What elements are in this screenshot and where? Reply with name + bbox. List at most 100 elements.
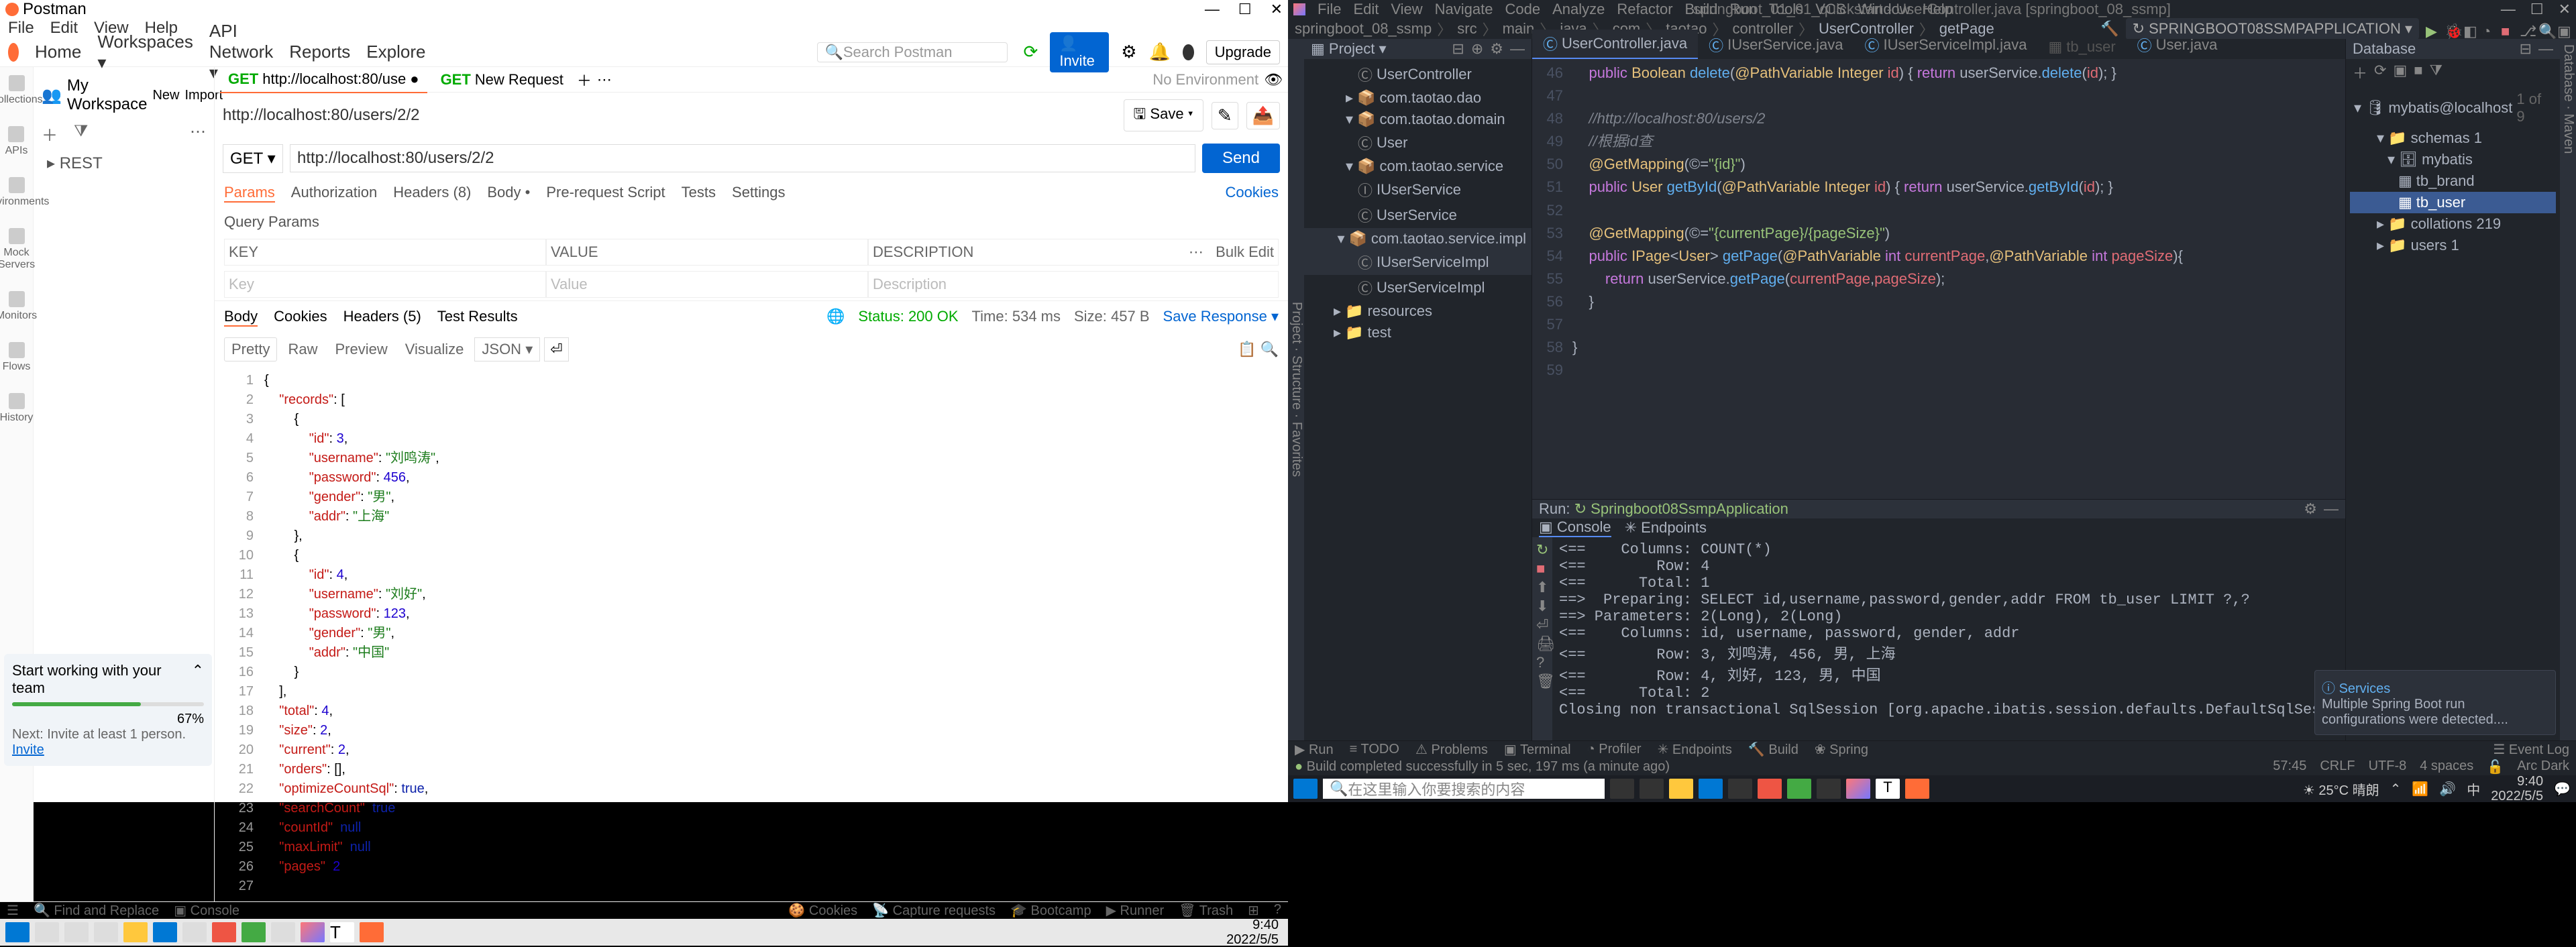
env-eye-icon[interactable]: 👁 [1264,71,1283,89]
request-url-input[interactable]: http://localhost:80/users/2/2 [290,144,1195,172]
menu-file[interactable]: File [8,19,34,38]
notifications-icon[interactable]: 🔔 [1149,42,1171,62]
task-intellij-icon[interactable] [1846,779,1870,799]
resp-preview[interactable]: Preview [328,338,394,361]
filter-icon[interactable]: ⧩ [74,122,88,146]
footer-trash[interactable]: 🗑 Trash [1179,902,1233,919]
db-add-icon[interactable]: ＋ [2353,62,2367,83]
bc-item[interactable]: main [1503,20,1535,38]
indent[interactable]: 4 spaces [2420,759,2473,775]
resp-pretty[interactable]: Pretty [224,337,277,361]
menu-analyze[interactable]: Analyze [1552,1,1605,18]
project-title[interactable]: ▦ Project ▾ [1311,40,1387,58]
new-tab-icon[interactable]: ＋ [577,69,592,91]
avatar-icon[interactable] [1183,44,1194,60]
tab-options-icon[interactable]: ⋯ [597,71,612,89]
editor-tab[interactable]: Ⓒ IUserServiceImpl.java [1854,31,2038,59]
team-invite-link[interactable]: Invite [12,742,44,757]
more-icon[interactable]: ⋯ [190,122,206,146]
trash-icon[interactable]: 🗑 [1536,673,1548,685]
task-intellij-icon[interactable] [301,922,325,942]
resp-visualize[interactable]: Visualize [398,338,471,361]
db-hide-icon[interactable]: — [2538,40,2553,58]
code-editor[interactable]: 46 public Boolean delete(@PathVariable I… [1532,59,2345,499]
tool-todo[interactable]: ≡ TODO [1350,742,1399,757]
qp-key-input[interactable]: Key [224,271,546,298]
menu-code[interactable]: Code [1505,1,1541,18]
taskbar-clock[interactable]: 9:40 2022/5/5 [2491,774,2543,803]
bc-item[interactable]: src [1457,20,1477,38]
project-tree[interactable]: Ⓒ UserController▸ 📦 com.taotao.dao ▾ 📦 co… [1304,59,1532,740]
bc-item[interactable]: springboot_08_ssmp [1295,20,1432,38]
wrap-icon[interactable]: ⏎ [544,337,568,361]
copy-icon[interactable]: 📋 [1238,341,1256,358]
resp-tab-body[interactable]: Body [224,308,258,327]
sync-icon[interactable]: ⟳ [1024,42,1038,62]
settings-icon[interactable]: ▣ [2557,23,2569,35]
task-postman-icon[interactable] [1905,779,1929,799]
lock-icon[interactable]: 🔓 [2487,759,2504,775]
team-collapse-icon[interactable]: ⌃ [192,662,204,697]
editor-tab[interactable]: Ⓒ UserController.java [1532,30,1698,59]
cookies-link[interactable]: Cookies [1226,184,1279,203]
tray-wifi-icon[interactable]: 📶 [2412,781,2428,797]
iconbar-monitors[interactable]: Monitors [0,291,37,322]
resp-tab-tests[interactable]: Test Results [437,308,518,327]
editor-tab[interactable]: Ⓒ User.java [2127,31,2229,59]
tree-item[interactable]: ▸ 📦 com.taotao.dao [1304,87,1532,109]
help-icon[interactable]: ? [1536,654,1548,666]
tree-item[interactable]: ▸ 📁 resources [1304,300,1532,322]
qp-desc-input[interactable]: Description [868,271,1279,298]
tray-ime-icon[interactable]: 中 [2467,779,2480,799]
task-app-icon[interactable] [182,922,207,942]
wrap-icon[interactable]: ⏎ [1536,616,1548,628]
tool-problems[interactable]: ⚠ Problems [1415,741,1488,758]
tree-item[interactable]: Ⓒ UserService [1304,203,1532,228]
find-replace[interactable]: 🔍 Find and Replace [34,902,159,919]
rerun-icon[interactable]: ↻ [1536,541,1548,553]
db-refresh-icon[interactable]: ⟳ [2374,62,2386,83]
toolbar-reports[interactable]: Reports [289,42,350,62]
task-app-icon[interactable] [1817,779,1841,799]
maximize-icon[interactable]: ☐ [1238,1,1252,18]
send-button[interactable]: Send [1202,144,1280,173]
tree-item[interactable]: Ⓒ UserController [1304,62,1532,87]
invite-button[interactable]: 👤 Invite [1050,32,1109,72]
tab-body[interactable]: Body • [487,184,530,203]
editor-tab[interactable]: ▦ tb_user [2037,35,2126,59]
tree-item[interactable]: ▾ 📦 com.taotao.service.impl [1304,228,1532,249]
sidebar-tree[interactable]: ▸ REST [39,150,209,177]
iconbar-flows[interactable]: Flows [3,342,31,373]
footer-help-icon[interactable]: ⊞ [1248,902,1259,919]
console-toggle[interactable]: ▣ Console [174,902,239,919]
stop-icon[interactable]: ■ [2501,23,2513,35]
footer-cookies[interactable]: 🍪 Cookies [788,902,857,919]
start-icon[interactable] [5,922,30,942]
line-separator[interactable]: CRLF [2320,759,2355,775]
tab-authorization[interactable]: Authorization [291,184,377,203]
save-button[interactable]: 🖫 Save ▾ [1124,99,1203,131]
resp-raw[interactable]: Raw [281,338,324,361]
menu-view[interactable]: View [1391,1,1422,18]
right-gutter[interactable]: Database · Maven [2560,39,2576,740]
endpoints-tab[interactable]: ✳ Endpoints [1625,519,1707,537]
request-tab-1[interactable]: GET http://localhost:80/use ● [220,66,427,93]
project-target-icon[interactable]: ⊕ [1471,40,1483,58]
search-input[interactable]: 🔍 Search Postman [817,42,1007,62]
menu-file[interactable]: File [1318,1,1341,18]
task-explorer-icon[interactable] [1669,779,1693,799]
maximize-icon[interactable]: ☐ [2530,1,2544,18]
tab-params[interactable]: Params [224,184,275,203]
menu-navigate[interactable]: Navigate [1435,1,1493,18]
iconbar-history[interactable]: History [0,393,33,424]
tool-terminal[interactable]: ▣ Terminal [1504,741,1571,758]
tool-profiler[interactable]: ◔ Profiler [1587,742,1642,757]
task-app-icon[interactable] [1728,779,1752,799]
footer-question-icon[interactable]: ? [1274,902,1281,919]
add-icon[interactable]: ＋ [42,122,58,146]
profile-icon[interactable]: ◔ [2482,23,2494,35]
task-app-icon[interactable] [1787,779,1811,799]
close-icon[interactable]: ✕ [2559,1,2571,18]
footer-runner[interactable]: ▶ Runner [1106,902,1165,919]
search-icon[interactable]: 🔍 [2538,23,2551,35]
